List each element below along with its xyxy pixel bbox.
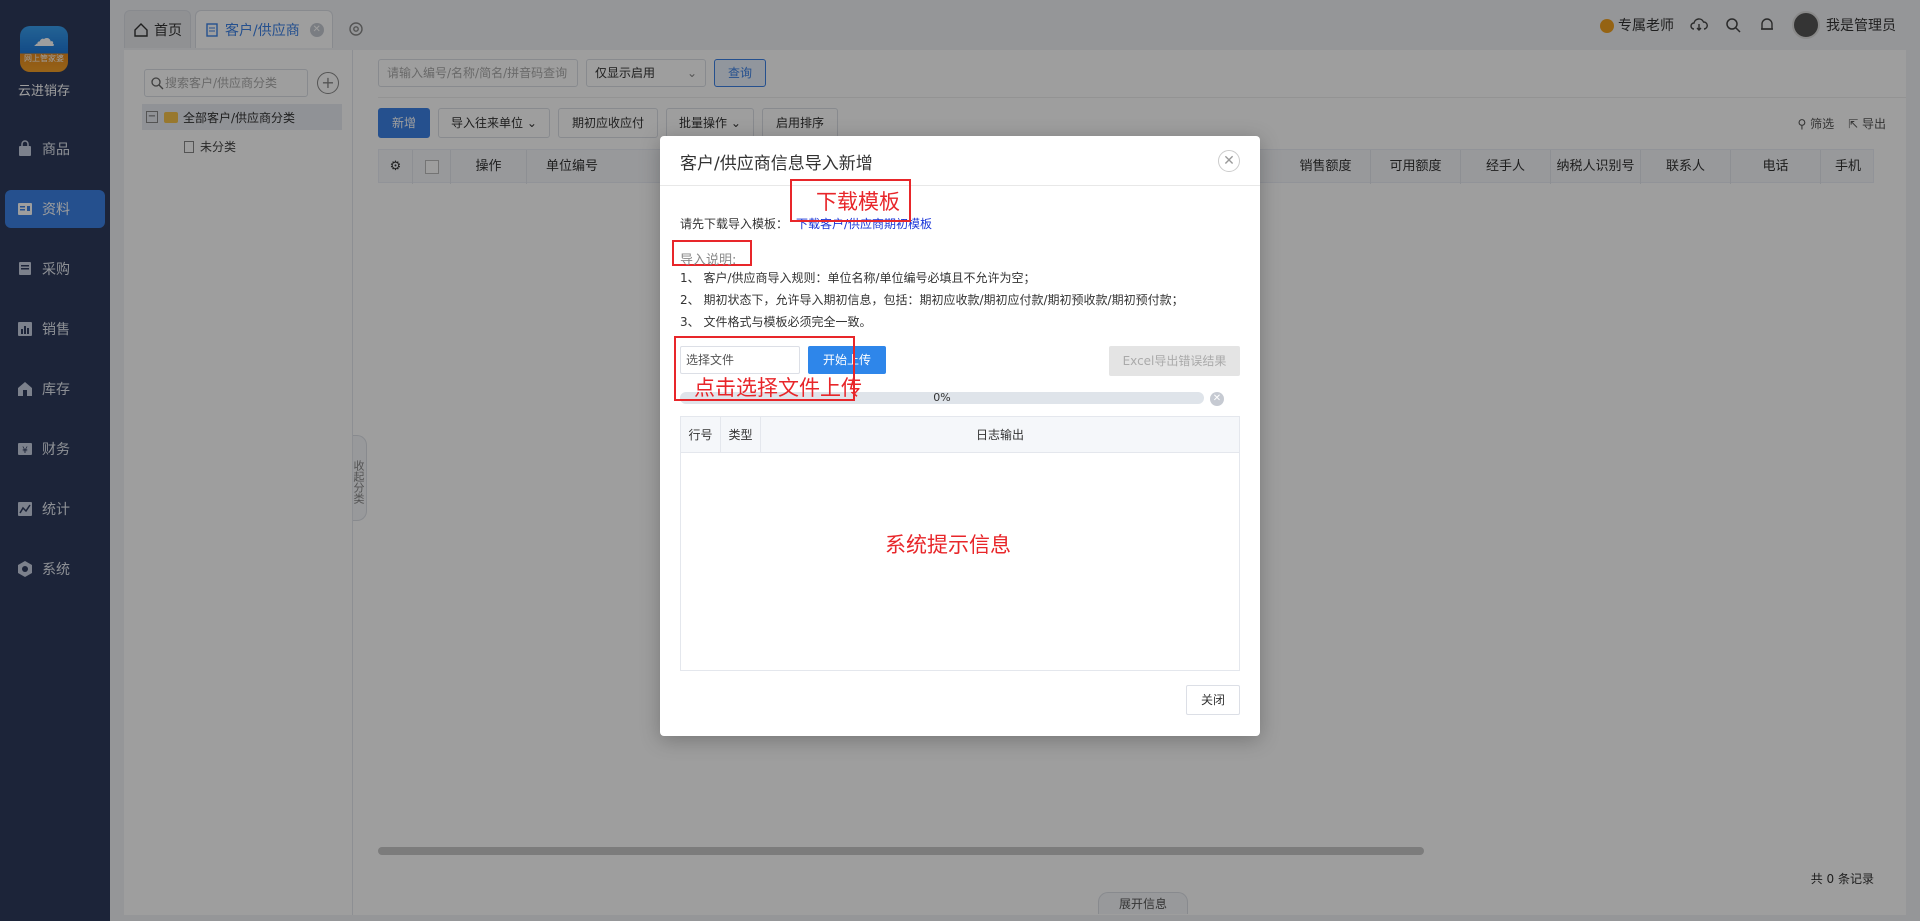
export-errors-button: Excel导出错误结果 [1109,346,1240,376]
import-note: 2、 期初状态下，允许导入期初信息，包括：期初应收款/期初应付款/期初预收款/期… [680,293,1184,307]
column-header: 类型 [721,417,761,453]
annotation-system-info: 系统提示信息 [885,533,1011,557]
close-icon[interactable]: ✕ [1218,150,1240,172]
column-header: 行号 [681,417,721,453]
annotation-choose-file: 点击选择文件上传 [694,376,862,400]
close-button[interactable]: 关闭 [1186,685,1240,715]
import-note: 3、 文件格式与模板必须完全一致。 [680,315,872,329]
column-header: 日志输出 [975,428,1024,442]
import-dialog: 客户/供应商信息导入新增 ✕ 请先下载导入模板： 下载客户/供应商期初模板 下载… [660,136,1260,736]
cancel-upload-icon[interactable]: ✕ [1210,392,1224,406]
log-table: 行号 类型 日志输出 系统提示信息 [680,416,1240,671]
log-table-header: 行号 类型 日志输出 [681,417,1239,453]
import-note: 1、 客户/供应商导入规则：单位名称/单位编号必填且不允许为空； [680,271,1036,285]
dialog-title: 客户/供应商信息导入新增 [680,154,873,174]
annotation-download-template: 下载模板 [816,190,900,214]
download-label: 请先下载导入模板： [680,217,789,231]
import-notes-title: 导入说明: [680,253,737,268]
dialog-header: 客户/供应商信息导入新增 ✕ [660,136,1260,186]
